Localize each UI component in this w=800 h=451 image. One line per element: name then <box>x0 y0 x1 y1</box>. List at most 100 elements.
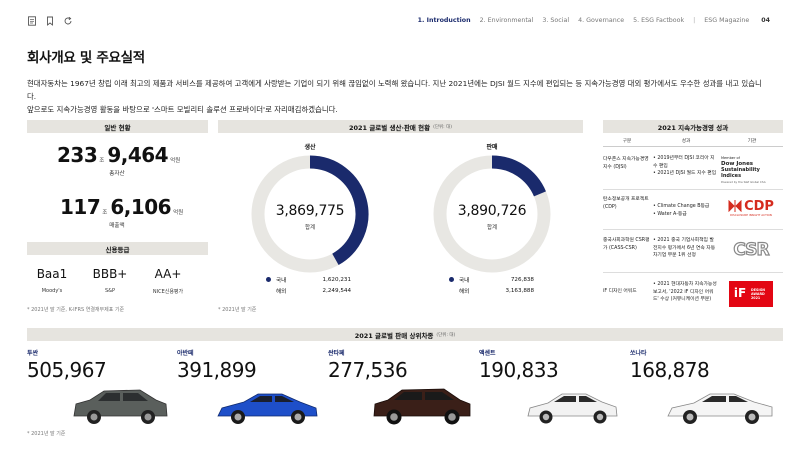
accent-car-icon <box>527 393 618 424</box>
legend-row-overseas: 해외 3,163,888 <box>449 285 534 296</box>
if-award-logo: iF DESIGN AWARD 2021 <box>721 280 781 308</box>
bookmark-icon[interactable] <box>45 16 55 26</box>
page-number: 04 <box>761 17 770 24</box>
assets-billion-unit: 억원 <box>170 158 181 164</box>
legend-row-domestic: 국내 1,620,231 <box>266 274 351 285</box>
column-results: 성과 <box>681 138 691 144</box>
esg-row-result: • 2019년부터 DJSI 코리아 지수 편입 <box>653 156 715 169</box>
sales-trillion-unit: 조 <box>102 210 108 216</box>
car-name: 쏘나타 <box>630 350 647 357</box>
car-item-sonata: 쏘나타 168,878 <box>630 348 710 382</box>
intro-line-2: 앞으로도 지속가능경영 활동을 바탕으로 '스마트 모빌리티 솔루션 프로바이더… <box>27 105 338 114</box>
nav-social[interactable]: 3. Social <box>542 17 569 24</box>
legend-domestic-label: 국내 <box>459 277 470 284</box>
top-sellers-header: 2021 글로벌 판매 상위차종 (단위: 대) <box>27 328 783 341</box>
legend-domestic-value: 726,838 <box>510 276 534 283</box>
cdp-mark-icon <box>728 200 742 213</box>
sales-value: 117 조 6,106 억원 <box>60 195 186 219</box>
car-sales-value: 277,536 <box>328 358 408 382</box>
top-sellers-header-text: 2021 글로벌 판매 상위차종 <box>354 331 434 340</box>
esg-row-category: 다우존스 지속가능경영지수 (DJSI) <box>603 157 649 170</box>
legend-overseas-value: 2,249,544 <box>322 287 351 294</box>
car-sales-value: 391,899 <box>177 358 257 382</box>
general-note: * 2021년 말 기준, K-IFRS 연결재무제표 기준 <box>27 307 125 313</box>
legend-overseas-label: 해외 <box>276 288 287 295</box>
nav-divider: | <box>693 17 696 24</box>
esg-performance-header-text: 2021 지속가능경영 성과 <box>657 123 729 132</box>
djsi-logo-line: Powered by the S&P Global CSA <box>721 180 766 184</box>
refresh-icon[interactable] <box>63 16 73 26</box>
production-total-label: 합계 <box>304 225 316 231</box>
legend-row-domestic: 국내 726,838 <box>449 274 534 285</box>
production-legend: 국내 1,620,231 해외 2,249,544 <box>266 274 351 296</box>
rating-agency: Moody's <box>41 288 63 294</box>
car-item-santafe: 싼타페 277,536 <box>328 348 408 382</box>
top-sellers-note: * 2021년 말 기준 <box>27 431 66 437</box>
production-note: * 2021년 말 기준 <box>218 307 257 313</box>
column-category: 구분 <box>622 138 632 144</box>
esg-row-result: • 2021 중국 기업사회책임 발전지수 평가에서 6년 연속 자동차기업 부… <box>653 238 716 258</box>
legend-row-overseas: 해외 2,249,544 <box>266 285 351 296</box>
tucson-car-icon <box>73 389 168 424</box>
sales-legend: 국내 726,838 해외 3,163,888 <box>449 274 534 296</box>
rating-value: Baa1 <box>36 267 68 281</box>
sales-total-label: 합계 <box>486 225 498 231</box>
production-total-value: 3,869,775 <box>275 203 345 219</box>
esg-row-category: 탄소정보공개 프로젝트 (CDP) <box>603 197 649 210</box>
nav-governance[interactable]: 4. Governance <box>578 17 624 24</box>
car-sales-value: 505,967 <box>27 358 107 382</box>
general-status-header: 일반 현황 <box>27 120 208 133</box>
general-status-header-text: 일반 현황 <box>104 123 131 132</box>
total-assets-value: 233 조 9,464 억원 <box>57 143 183 167</box>
esg-row-result: • Climate Change B등급 <box>653 204 710 209</box>
esg-row-cass-csr: 중국사회과학원 CSR평가 (CASS-CSR) • 2021 중국 기업사회책… <box>603 230 783 273</box>
rating-sp: BBB+ S&P <box>85 267 135 294</box>
car-sales-value: 190,833 <box>479 358 559 382</box>
esg-row-if-award: iF 디자인 어워드 • 2021 현대자동차 지속가능성 보고서, '2022… <box>603 273 783 316</box>
sales-label: 매출액 <box>109 223 125 229</box>
sonata-car-icon <box>667 393 773 424</box>
cdp-logo-tagline: DISCLOSURE INSIGHT ACTION <box>730 213 772 218</box>
esg-row-result: • 2021 현대자동차 지속가능성 보고서, '2022 iF 디자인 어워드… <box>653 282 717 302</box>
if-logo-line: 2021 <box>751 296 761 301</box>
legend-overseas-label: 해외 <box>459 288 470 295</box>
sales-total: 3,890,726 합계 <box>432 203 552 231</box>
legend-domestic-label: 국내 <box>276 277 287 284</box>
sales-total-value: 3,890,726 <box>457 203 527 219</box>
car-name: 싼타페 <box>328 350 345 357</box>
car-name: 액센트 <box>479 350 496 357</box>
credit-rating-header: 신용등급 <box>27 242 208 255</box>
rating-value: AA+ <box>154 267 182 281</box>
total-assets-label: 총자산 <box>109 171 125 177</box>
column-agency: 기관 <box>747 138 757 144</box>
sales-title: 판매 <box>486 144 498 151</box>
assets-billion: 9,464 <box>107 143 169 167</box>
nav-esg-factbook[interactable]: 5. ESG Factbook <box>633 17 684 24</box>
if-logo-text: iF <box>733 286 747 301</box>
production-title: 생산 <box>304 144 316 151</box>
car-name: 아반떼 <box>177 350 194 357</box>
section-nav: 1. Introduction 2. Environmental 3. Soci… <box>409 17 770 24</box>
sales-billion: 6,106 <box>110 195 172 219</box>
rating-value: BBB+ <box>92 267 128 281</box>
esg-row-djsi: 다우존스 지속가능경영지수 (DJSI) • 2019년부터 DJSI 코리아 … <box>603 150 783 190</box>
djsi-logo: Member of Dow Jones Sustainability Indic… <box>721 156 781 184</box>
nav-environmental[interactable]: 2. Environmental <box>480 17 534 24</box>
car-name: 투싼 <box>27 350 39 357</box>
esg-table-header: 구분 성과 기관 <box>603 135 783 147</box>
esg-row-category: iF 디자인 어워드 <box>603 289 637 294</box>
rating-moodys: Baa1 Moody's <box>27 267 77 294</box>
car-item-accent: 액센트 190,833 <box>479 348 559 382</box>
nav-introduction[interactable]: 1. Introduction <box>418 17 471 24</box>
sales-trillion: 117 <box>60 195 101 219</box>
assets-trillion: 233 <box>57 143 98 167</box>
cdp-logo-text: CDP <box>744 198 774 214</box>
nav-esg-magazine[interactable]: ESG Magazine <box>704 17 749 24</box>
intro-text: 현대자동차는 1967년 창립 이래 최고의 제품과 서비스를 제공하여 고객에… <box>27 77 767 116</box>
cdp-logo: CDP DISCLOSURE INSIGHT ACTION <box>721 196 781 224</box>
domestic-segment <box>491 155 546 197</box>
document-icon[interactable] <box>27 16 37 26</box>
esg-row-result: • Water A-등급 <box>653 211 687 217</box>
top-sellers-unit: (단위: 대) <box>436 332 456 338</box>
legend-overseas-value: 3,163,888 <box>505 287 534 294</box>
